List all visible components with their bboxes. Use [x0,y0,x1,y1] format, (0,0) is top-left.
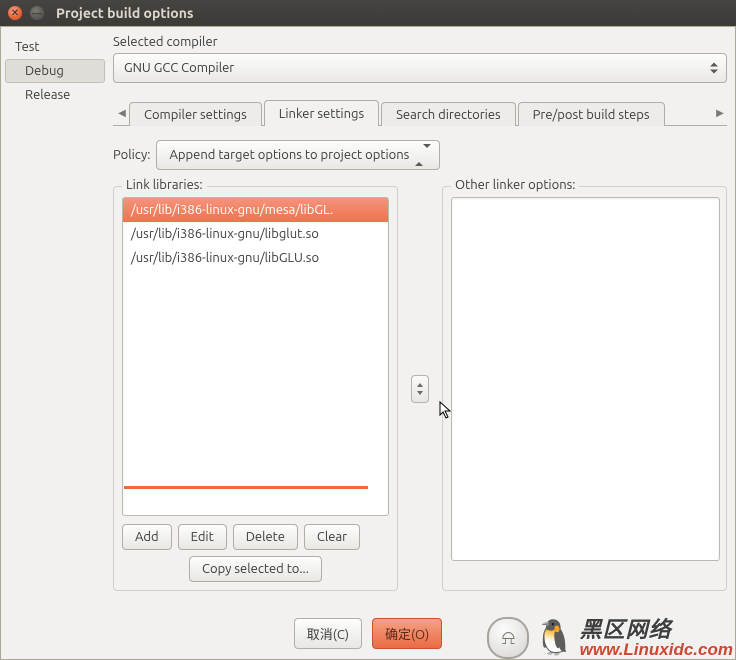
chevron-up-icon[interactable] [417,383,423,387]
compiler-dropdown[interactable]: GNU GCC Compiler [113,53,727,83]
list-item[interactable]: /usr/lib/i386-linux-gnu/libglut.so [123,222,388,246]
policy-dropdown[interactable]: Append target options to project options [156,140,440,170]
config-tree[interactable]: Test Debug Release [5,33,105,659]
tabs-bar: ◀ Compiler settings Linker settings Sear… [113,97,727,125]
cancel-button[interactable]: 取消(C) [294,618,362,649]
tab-pre-post-build[interactable]: Pre/post build steps [518,102,665,126]
sidebar-item-debug[interactable]: Debug [5,59,105,83]
ok-button[interactable]: 确定(O) [372,618,442,649]
close-icon[interactable]: ✕ [8,6,22,20]
delete-button[interactable]: Delete [233,524,298,550]
minimize-icon[interactable]: — [30,6,44,20]
dropdown-caret-icon [710,63,718,74]
tab-search-directories[interactable]: Search directories [381,102,516,126]
tab-compiler-settings[interactable]: Compiler settings [129,102,262,126]
edit-button[interactable]: Edit [178,524,227,550]
add-button[interactable]: Add [122,524,172,550]
reorder-spinner[interactable] [410,186,430,591]
list-item[interactable]: /usr/lib/i386-linux-gnu/mesa/libGL. [123,198,388,222]
list-item[interactable]: /usr/lib/i386-linux-gnu/libGLU.so [123,246,388,270]
window-titlebar: ✕ — Project build options [0,0,736,26]
sidebar-item-release[interactable]: Release [5,83,105,107]
cursor-icon [439,401,453,421]
tab-linker-settings[interactable]: Linker settings [264,100,379,126]
copy-selected-button[interactable]: Copy selected to... [189,556,322,582]
tab-scroll-left-icon[interactable]: ◀ [115,101,129,125]
window-title: Project build options [56,5,194,21]
policy-value: Append target options to project options [169,148,409,162]
policy-label: Policy: [113,148,150,162]
compiler-value: GNU GCC Compiler [124,61,234,75]
compiler-label: Selected compiler [113,35,727,49]
link-libraries-label: Link libraries: [122,178,207,192]
tab-scroll-right-icon[interactable]: ▶ [713,101,727,125]
link-libraries-group: Link libraries: /usr/lib/i386-linux-gnu/… [113,186,398,591]
chevron-down-icon[interactable] [417,391,423,395]
clear-button[interactable]: Clear [304,524,360,550]
other-linker-group: Other linker options: [442,186,727,591]
dropdown-caret-icon [415,148,431,162]
other-linker-label: Other linker options: [451,178,579,192]
sidebar-item-root[interactable]: Test [5,35,105,59]
other-linker-text[interactable] [451,197,720,561]
link-libraries-list[interactable]: /usr/lib/i386-linux-gnu/mesa/libGL. /usr… [122,197,389,516]
